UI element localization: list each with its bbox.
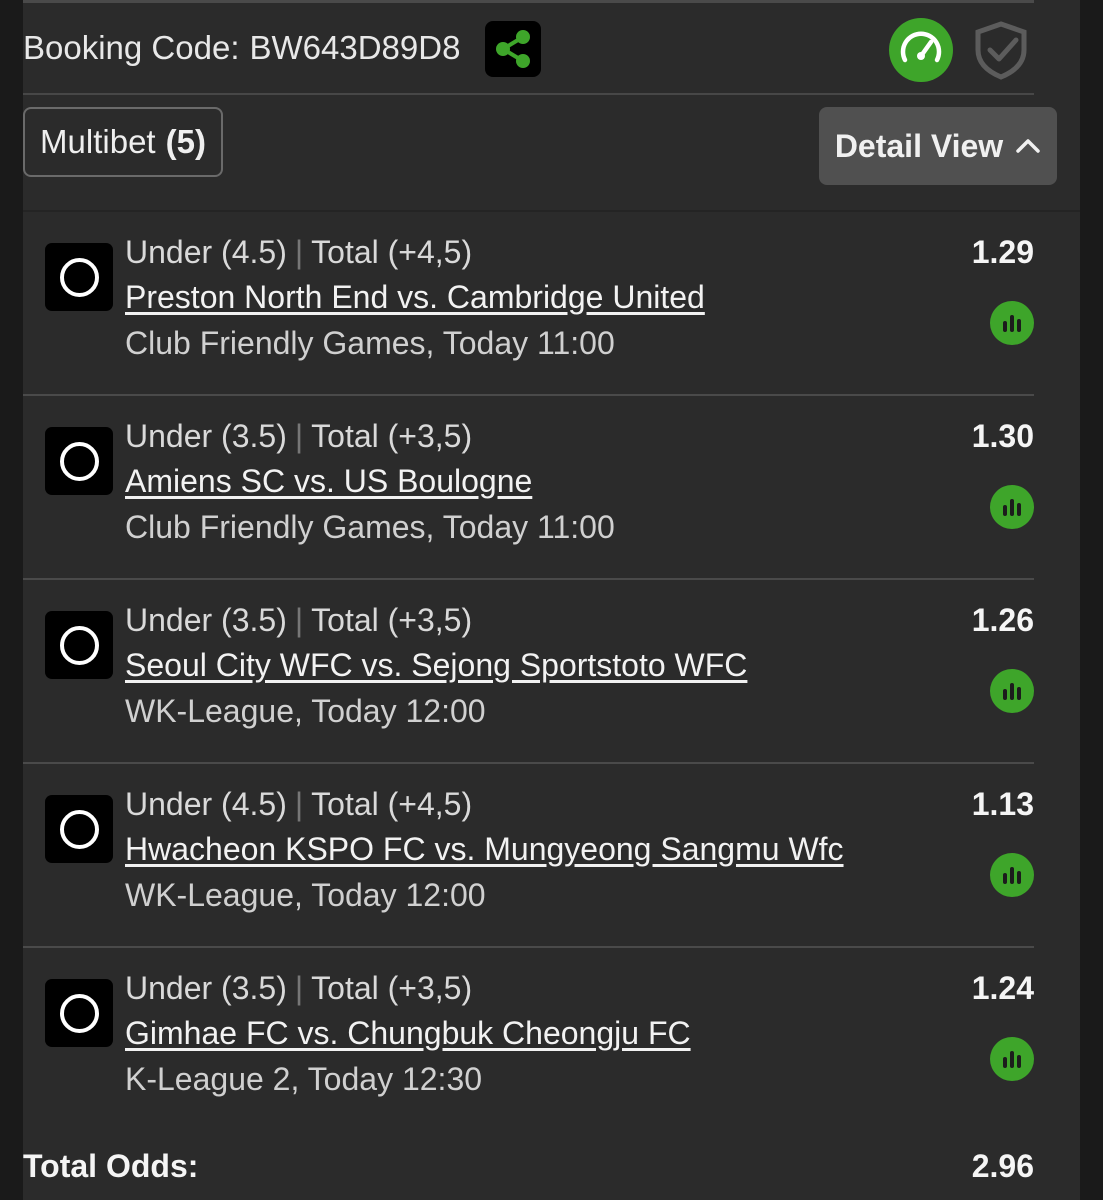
- bet-separator: |: [294, 418, 304, 454]
- bet-market: Under (3.5) | Total (+3,5): [125, 602, 472, 639]
- bet-row: Under (3.5) | Total (+3,5) Amiens SC vs. U…: [23, 396, 1034, 580]
- bet-select-radio[interactable]: [45, 427, 113, 495]
- share-button[interactable]: [485, 21, 541, 77]
- bet-row: Under (3.5) | Total (+3,5) Gimhae FC vs. C…: [23, 948, 1034, 1130]
- radio-unchecked-icon: [59, 625, 99, 665]
- bet-match-link[interactable]: Preston North End vs. Cambridge United: [125, 279, 705, 316]
- detail-view-label: Detail View: [834, 127, 1004, 164]
- bet-select-radio[interactable]: [45, 243, 113, 311]
- bet-league-time: K-League 2, Today 12:30: [125, 1061, 483, 1097]
- bet-market: Under (3.5) | Total (+3,5): [125, 970, 472, 1007]
- bet-odds: 1.26: [971, 602, 1034, 638]
- share-icon: [496, 30, 530, 68]
- shield-check-button[interactable]: [969, 18, 1033, 82]
- bet-separator: |: [294, 234, 304, 270]
- radio-unchecked-icon: [59, 993, 99, 1033]
- bet-stats-button[interactable]: [990, 485, 1034, 529]
- shield-check-icon: [975, 21, 1027, 80]
- bet-league-time: WK-League, Today 12:00: [125, 693, 486, 729]
- detail-view-button[interactable]: Detail View: [819, 107, 1057, 185]
- bet-select-radio[interactable]: [45, 611, 113, 679]
- multibet-label: Multibet: [40, 123, 156, 160]
- bet-row: Under (4.5) | Total (+4,5) Preston North E…: [23, 212, 1034, 396]
- bet-separator: |: [294, 970, 304, 1006]
- betslip-toolbar: Multibet (5) Detail View: [23, 95, 1057, 210]
- bet-separator: |: [294, 786, 304, 822]
- bet-odds: 1.29: [971, 234, 1034, 270]
- bet-select-radio[interactable]: [45, 979, 113, 1047]
- bet-odds: 1.13: [971, 786, 1034, 822]
- bet-market-name: Total (+3,5): [311, 970, 473, 1006]
- bet-market-name: Total (+4,5): [311, 234, 473, 270]
- bet-market: Under (4.5) | Total (+4,5): [125, 786, 472, 823]
- bet-market: Under (3.5) | Total (+3,5): [125, 418, 472, 455]
- multibet-count: (5): [165, 123, 206, 160]
- bar-chart-icon: [1003, 683, 1021, 700]
- bet-odds: 1.30: [971, 418, 1034, 454]
- bar-chart-icon: [1003, 1051, 1021, 1068]
- bet-selection: Under (3.5): [125, 602, 287, 638]
- bet-market: Under (4.5) | Total (+4,5): [125, 234, 472, 271]
- bet-league-time: WK-League, Today 12:00: [125, 877, 486, 913]
- bet-select-radio[interactable]: [45, 795, 113, 863]
- bet-row: Under (4.5) | Total (+4,5) Hwacheon KSPO F…: [23, 764, 1034, 948]
- bar-chart-icon: [1003, 315, 1021, 332]
- bet-selection: Under (4.5): [125, 234, 287, 270]
- bet-selection: Under (4.5): [125, 786, 287, 822]
- chevron-up-icon: [1016, 139, 1040, 153]
- bet-selection: Under (3.5): [125, 970, 287, 1006]
- radio-unchecked-icon: [59, 257, 99, 297]
- speedometer-button[interactable]: [889, 18, 953, 82]
- bet-odds: 1.24: [971, 970, 1034, 1006]
- radio-unchecked-icon: [59, 809, 99, 849]
- bet-selection: Under (3.5): [125, 418, 287, 454]
- bet-separator: |: [294, 602, 304, 638]
- bet-row: Under (3.5) | Total (+3,5) Seoul City WFC …: [23, 580, 1034, 764]
- bar-chart-icon: [1003, 499, 1021, 516]
- total-odds-row: Total Odds: 2.96: [23, 1148, 1034, 1192]
- bet-league-time: Club Friendly Games, Today 11:00: [125, 509, 615, 545]
- bet-market-name: Total (+3,5): [311, 418, 473, 454]
- bet-stats-button[interactable]: [990, 853, 1034, 897]
- bet-stats-button[interactable]: [990, 1037, 1034, 1081]
- bar-chart-icon: [1003, 867, 1021, 884]
- multibet-button[interactable]: Multibet (5): [23, 107, 223, 177]
- bet-match-link[interactable]: Gimhae FC vs. Chungbuk Cheongju FC: [125, 1015, 691, 1052]
- booking-code-value[interactable]: BW643D89D8: [249, 29, 460, 66]
- bet-match-link[interactable]: Seoul City WFC vs. Sejong Sportstoto WFC: [125, 647, 747, 684]
- booking-code-text: Booking Code: BW643D89D8: [23, 29, 460, 67]
- speedometer-icon: [900, 31, 942, 63]
- radio-unchecked-icon: [59, 441, 99, 481]
- bet-market-name: Total (+3,5): [311, 602, 473, 638]
- bet-list: Under (4.5) | Total (+4,5) Preston North E…: [23, 212, 1034, 1130]
- bet-stats-button[interactable]: [990, 301, 1034, 345]
- booking-code-label: Booking Code:: [23, 29, 240, 66]
- bet-stats-button[interactable]: [990, 669, 1034, 713]
- booking-header: Booking Code: BW643D89D8: [23, 3, 1034, 93]
- bet-league-time: Club Friendly Games, Today 11:00: [125, 325, 615, 361]
- total-odds-label: Total Odds:: [23, 1148, 199, 1184]
- total-odds-value: 2.96: [971, 1148, 1034, 1184]
- bet-market-name: Total (+4,5): [311, 786, 473, 822]
- bet-match-link[interactable]: Amiens SC vs. US Boulogne: [125, 463, 532, 500]
- bet-match-link[interactable]: Hwacheon KSPO FC vs. Mungyeong Sangmu Wf…: [125, 831, 844, 868]
